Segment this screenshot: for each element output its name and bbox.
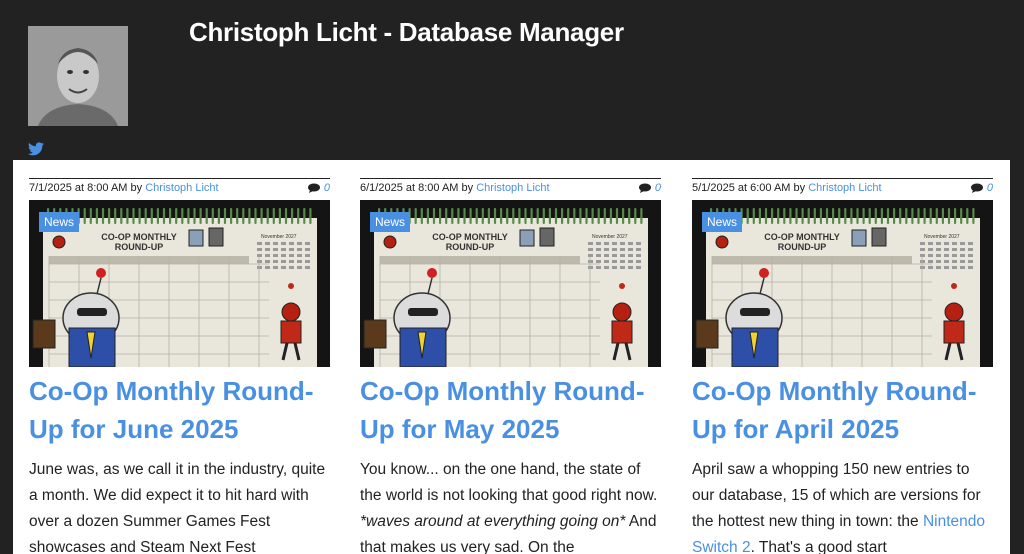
comment-icon bbox=[970, 183, 983, 194]
post-date: 5/1/2025 at 6:00 AM bbox=[692, 182, 791, 194]
post-by: by bbox=[461, 182, 474, 194]
comment-icon bbox=[638, 183, 651, 194]
svg-text:ROUND-UP: ROUND-UP bbox=[446, 242, 495, 252]
post-card: 5/1/2025 at 6:00 AM by Christoph Licht 0… bbox=[692, 178, 993, 554]
category-badge[interactable]: News bbox=[702, 212, 743, 232]
posts-panel: 7/1/2025 at 8:00 AM by Christoph Licht 0… bbox=[13, 160, 1010, 554]
post-card: 6/1/2025 at 8:00 AM by Christoph Licht 0… bbox=[360, 178, 661, 554]
post-excerpt: June was, as we call it in the industry,… bbox=[29, 461, 326, 554]
comment-count[interactable]: 0 bbox=[970, 182, 993, 194]
svg-text:November 2027: November 2027 bbox=[924, 234, 960, 240]
post-excerpt: You know... on the one hand, the state o… bbox=[360, 461, 658, 554]
category-badge[interactable]: News bbox=[39, 212, 80, 232]
post-title-link[interactable]: Co-Op Monthly Round-Up for June 2025 bbox=[29, 372, 330, 448]
post-thumbnail[interactable]: CO-OP MONTHLY ROUND-UP November 2027 News bbox=[360, 200, 661, 367]
post-meta: 7/1/2025 at 8:00 AM by Christoph Licht 0 bbox=[29, 178, 330, 199]
svg-text:November 2027: November 2027 bbox=[261, 234, 297, 240]
twitter-icon[interactable] bbox=[28, 142, 44, 156]
post-date: 7/1/2025 at 8:00 AM bbox=[29, 182, 128, 194]
avatar[interactable] bbox=[28, 26, 128, 126]
svg-text:November 2027: November 2027 bbox=[592, 234, 628, 240]
svg-text:CO-OP MONTHLY: CO-OP MONTHLY bbox=[764, 232, 840, 242]
comment-count[interactable]: 0 bbox=[638, 182, 661, 194]
svg-text:CO-OP MONTHLY: CO-OP MONTHLY bbox=[432, 232, 508, 242]
comment-count[interactable]: 0 bbox=[307, 182, 330, 194]
post-author-link[interactable]: Christoph Licht bbox=[476, 182, 549, 194]
site-header: Christoph Licht - Database Manager bbox=[0, 0, 1024, 160]
site-title[interactable]: Christoph Licht - Database Manager bbox=[189, 17, 624, 48]
post-by: by bbox=[130, 182, 143, 194]
post-card: 7/1/2025 at 8:00 AM by Christoph Licht 0… bbox=[29, 178, 330, 554]
comment-icon bbox=[307, 183, 320, 194]
post-excerpt: April saw a whopping 150 new entries to … bbox=[692, 461, 985, 554]
post-thumbnail[interactable]: CO-OP MONTHLY ROUND-UP November 2027 News bbox=[29, 200, 330, 367]
svg-text:ROUND-UP: ROUND-UP bbox=[778, 242, 827, 252]
post-title-link[interactable]: Co-Op Monthly Round-Up for April 2025 bbox=[692, 372, 993, 448]
post-title-link[interactable]: Co-Op Monthly Round-Up for May 2025 bbox=[360, 372, 661, 448]
svg-text:ROUND-UP: ROUND-UP bbox=[115, 242, 164, 252]
post-by: by bbox=[793, 182, 806, 194]
svg-text:CO-OP MONTHLY: CO-OP MONTHLY bbox=[101, 232, 177, 242]
category-badge[interactable]: News bbox=[370, 212, 411, 232]
post-author-link[interactable]: Christoph Licht bbox=[808, 182, 881, 194]
post-meta: 5/1/2025 at 6:00 AM by Christoph Licht 0 bbox=[692, 178, 993, 199]
post-author-link[interactable]: Christoph Licht bbox=[145, 182, 218, 194]
post-meta: 6/1/2025 at 8:00 AM by Christoph Licht 0 bbox=[360, 178, 661, 199]
post-thumbnail[interactable]: CO-OP MONTHLY ROUND-UP November 2027 News bbox=[692, 200, 993, 367]
post-date: 6/1/2025 at 8:00 AM bbox=[360, 182, 459, 194]
